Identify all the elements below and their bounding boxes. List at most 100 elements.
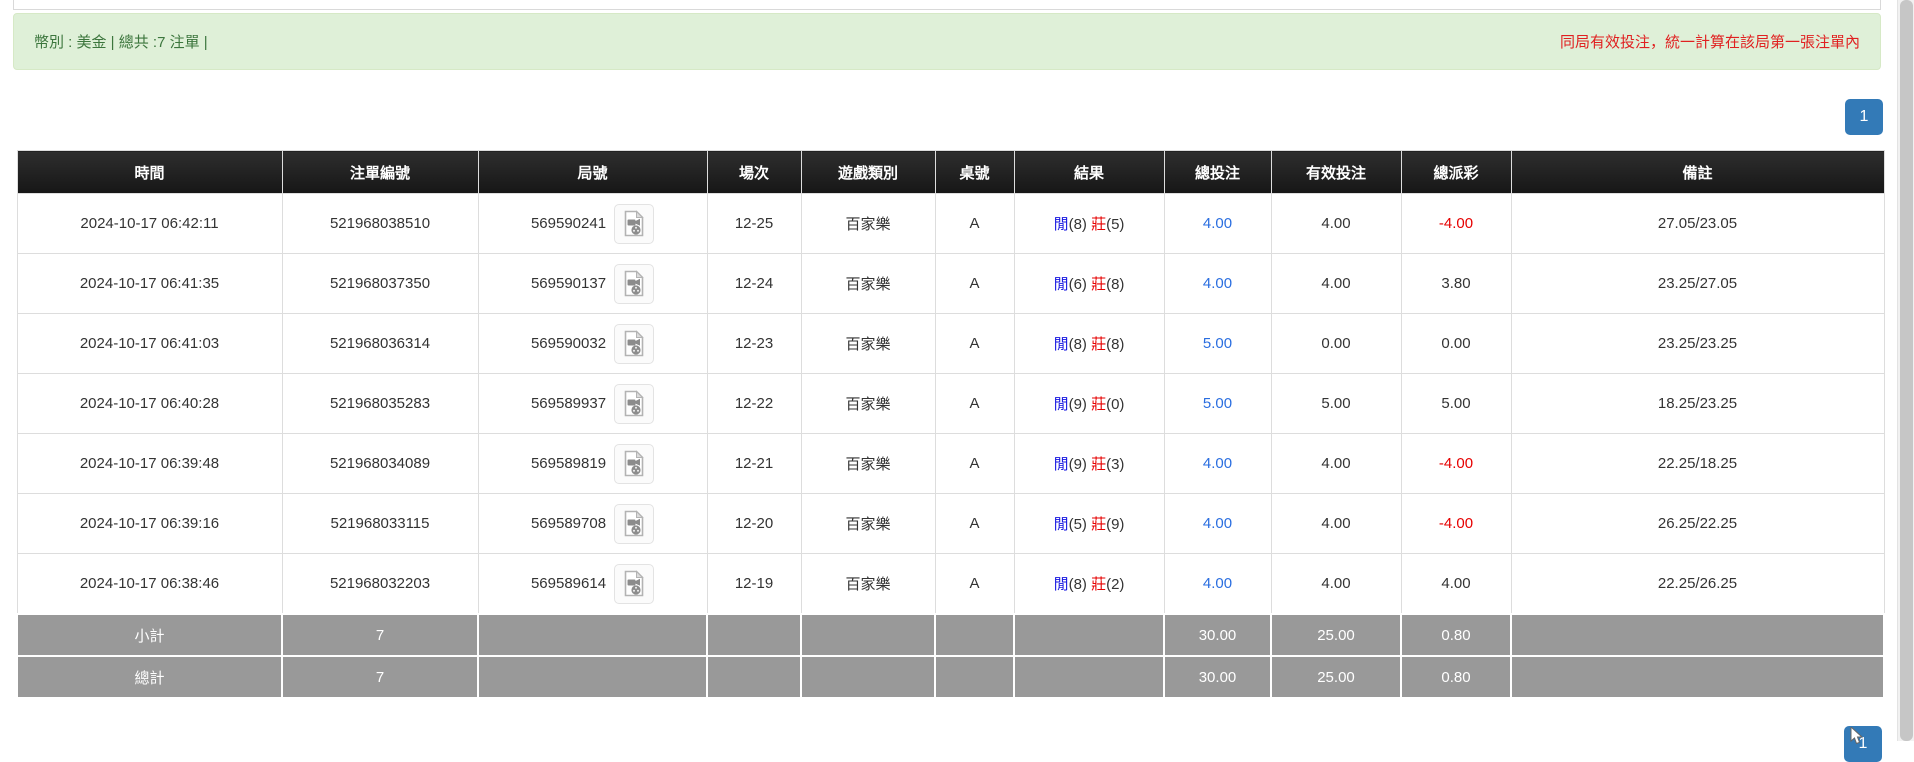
total-remark [1511, 656, 1884, 698]
cell-result: 閒(9) 莊(3) [1014, 434, 1164, 494]
result-player-label: 閒 [1054, 336, 1069, 353]
total-bet-link[interactable]: 4.00 [1203, 455, 1232, 472]
video-replay-icon [623, 390, 645, 417]
cell-remark: 22.25/18.25 [1511, 434, 1884, 494]
total-bet-link[interactable]: 4.00 [1203, 515, 1232, 532]
pagination-page-1-top[interactable]: 1 [1845, 99, 1883, 135]
cell-game-type: 百家樂 [801, 554, 935, 615]
table-row: 2024-10-17 06:41:35521968037350569590137… [17, 254, 1884, 314]
cell-bet-id: 521968033115 [282, 494, 478, 554]
result-player-label: 閒 [1054, 516, 1069, 533]
cell-result: 閒(9) 莊(0) [1014, 374, 1164, 434]
table-row: 2024-10-17 06:39:48521968034089569589819… [17, 434, 1884, 494]
table-body: 2024-10-17 06:42:11521968038510569590241… [17, 194, 1884, 699]
cell-total-bet: 4.00 [1164, 494, 1271, 554]
subtotal-row: 小計730.0025.000.80 [17, 614, 1884, 656]
result-banker-label: 莊 [1091, 576, 1106, 593]
total-bet-link[interactable]: 4.00 [1203, 275, 1232, 292]
cell-remark: 22.25/26.25 [1511, 554, 1884, 615]
cell-result: 閒(8) 莊(5) [1014, 194, 1164, 254]
cell-session: 12-23 [707, 314, 801, 374]
result-banker-label: 莊 [1091, 276, 1106, 293]
cell-total-bet: 4.00 [1164, 434, 1271, 494]
cell-session: 12-20 [707, 494, 801, 554]
col-header-session: 場次 [707, 151, 801, 194]
col-header-table-no: 桌號 [935, 151, 1014, 194]
video-replay-icon [623, 210, 645, 237]
cell-round-id: 569590241 [478, 194, 707, 254]
cell-valid-bet: 4.00 [1271, 194, 1401, 254]
cell-round-id: 569590137 [478, 254, 707, 314]
round-id-value: 569589614 [531, 575, 606, 592]
round-id-value: 569590241 [531, 215, 606, 232]
video-replay-button[interactable] [614, 384, 654, 424]
subtotal-round-id [478, 614, 707, 656]
col-header-bet-id: 注單編號 [282, 151, 478, 194]
result-player-label: 閒 [1054, 216, 1069, 233]
video-replay-button[interactable] [614, 324, 654, 364]
cell-game-type: 百家樂 [801, 314, 935, 374]
cell-total-payout: 3.80 [1401, 254, 1511, 314]
result-player-label: 閒 [1054, 576, 1069, 593]
subtotal-result [1014, 614, 1164, 656]
subtotal-game-type [801, 614, 935, 656]
total-label: 總計 [17, 656, 282, 698]
col-header-result: 結果 [1014, 151, 1164, 194]
cell-session: 12-24 [707, 254, 801, 314]
subtotal-count: 7 [282, 614, 478, 656]
video-replay-button[interactable] [614, 204, 654, 244]
cell-game-type: 百家樂 [801, 194, 935, 254]
subtotal-label: 小計 [17, 614, 282, 656]
total-total-bet: 30.00 [1164, 656, 1271, 698]
cell-round-id: 569589819 [478, 434, 707, 494]
cell-total-payout: -4.00 [1401, 434, 1511, 494]
valid-bet-note-text: 同局有效投注，統一計算在該局第一張注單內 [1560, 31, 1860, 52]
video-replay-button[interactable] [614, 264, 654, 304]
result-player-label: 閒 [1054, 276, 1069, 293]
video-replay-icon [623, 330, 645, 357]
total-valid-bet: 25.00 [1271, 656, 1401, 698]
total-session [707, 656, 801, 698]
col-header-total-bet: 總投注 [1164, 151, 1271, 194]
result-banker-label: 莊 [1091, 396, 1106, 413]
total-row: 總計730.0025.000.80 [17, 656, 1884, 698]
cell-total-bet: 5.00 [1164, 374, 1271, 434]
video-replay-icon [623, 510, 645, 537]
vertical-scrollbar[interactable] [1897, 0, 1914, 741]
cell-time: 2024-10-17 06:41:35 [17, 254, 282, 314]
total-bet-link[interactable]: 4.00 [1203, 215, 1232, 232]
round-id-value: 569589819 [531, 455, 606, 472]
video-replay-icon [623, 570, 645, 597]
cell-game-type: 百家樂 [801, 434, 935, 494]
cell-session: 12-22 [707, 374, 801, 434]
col-header-total-payout: 總派彩 [1401, 151, 1511, 194]
total-bet-link[interactable]: 5.00 [1203, 335, 1232, 352]
summary-banner: 幣別 : 美金 | 總共 :7 注單 | 同局有效投注，統一計算在該局第一張注單… [13, 13, 1881, 70]
result-banker-label: 莊 [1091, 456, 1106, 473]
cell-total-payout: 0.00 [1401, 314, 1511, 374]
col-header-round-id: 局號 [478, 151, 707, 194]
cell-round-id: 569589708 [478, 494, 707, 554]
total-bet-link[interactable]: 4.00 [1203, 575, 1232, 592]
cell-table-no: A [935, 254, 1014, 314]
cell-round-id: 569589937 [478, 374, 707, 434]
cell-total-payout: -4.00 [1401, 194, 1511, 254]
scrollbar-thumb[interactable] [1900, 0, 1913, 741]
total-round-id [478, 656, 707, 698]
result-banker-label: 莊 [1091, 516, 1106, 533]
total-game-type [801, 656, 935, 698]
cell-remark: 23.25/27.05 [1511, 254, 1884, 314]
video-replay-button[interactable] [614, 504, 654, 544]
video-replay-button[interactable] [614, 564, 654, 604]
cell-remark: 26.25/22.25 [1511, 494, 1884, 554]
total-table-no [935, 656, 1014, 698]
result-banker-label: 莊 [1091, 216, 1106, 233]
bet-records-table: 時間 注單編號 局號 場次 遊戲類別 桌號 結果 總投注 有效投注 總派彩 備註… [16, 150, 1885, 699]
subtotal-total-payout: 0.80 [1401, 614, 1511, 656]
video-replay-button[interactable] [614, 444, 654, 484]
total-bet-link[interactable]: 5.00 [1203, 395, 1232, 412]
cell-time: 2024-10-17 06:39:48 [17, 434, 282, 494]
subtotal-total-bet: 30.00 [1164, 614, 1271, 656]
cell-total-bet: 4.00 [1164, 254, 1271, 314]
cell-table-no: A [935, 194, 1014, 254]
